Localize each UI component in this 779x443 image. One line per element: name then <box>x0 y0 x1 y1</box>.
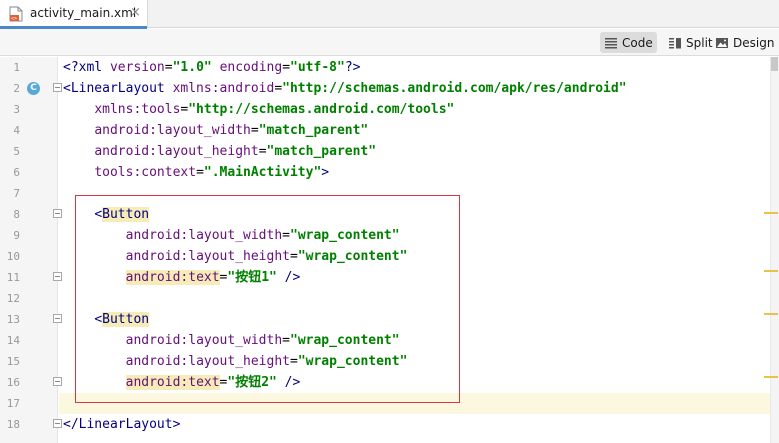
code-line-3: xmlns:tools="http://schemas.android.com/… <box>94 102 455 117</box>
line-number: 5 <box>13 145 20 158</box>
fold-toggle-icon[interactable] <box>53 209 62 218</box>
line-number: 13 <box>6 313 20 326</box>
line-number: 14 <box>6 334 20 347</box>
svg-text:<>: <> <box>11 16 17 22</box>
fold-toggle-icon[interactable] <box>53 377 62 386</box>
design-mode-label: Design <box>733 35 775 50</box>
close-icon[interactable]: × <box>130 5 141 21</box>
fold-toggle-icon[interactable] <box>53 83 62 92</box>
xml-file-icon: <> <box>9 6 23 22</box>
warning-marker[interactable] <box>764 212 778 214</box>
line-number: 10 <box>6 250 20 263</box>
code-lines-icon <box>605 37 617 48</box>
line-number: 15 <box>6 355 20 368</box>
warning-marker[interactable] <box>764 270 778 272</box>
line-number: 1 <box>13 61 20 74</box>
split-view-icon <box>669 37 681 48</box>
code-line-1: <?xml version="1.0" encoding="utf-8"?> <box>63 60 361 75</box>
error-stripe[interactable] <box>770 57 779 443</box>
warning-marker[interactable] <box>764 313 778 315</box>
code-editor[interactable]: 1 2 3 4 5 6 7 8 9 10 11 12 13 14 15 16 1… <box>0 57 779 443</box>
fold-toggle-icon[interactable] <box>53 272 62 281</box>
line-number: 7 <box>13 187 20 200</box>
fold-toggle-icon[interactable] <box>53 314 62 323</box>
line-number: 11 <box>6 271 20 284</box>
tab-filename: activity_main.xml <box>30 6 137 20</box>
highlight-annotation-box <box>75 195 460 403</box>
split-mode-label: Split <box>686 35 713 50</box>
line-number: 16 <box>6 376 20 389</box>
line-number: 2 <box>13 82 20 95</box>
code-line-2: <LinearLayout xmlns:android="http://sche… <box>63 81 627 96</box>
code-line-18: </LinearLayout> <box>63 417 181 432</box>
editor-tab-bar: <> activity_main.xml × <box>0 0 779 29</box>
line-number: 6 <box>13 166 20 179</box>
line-number: 12 <box>6 292 20 305</box>
class-icon[interactable]: C <box>27 82 40 95</box>
code-mode-button[interactable]: Code <box>600 32 657 53</box>
code-line-4: android:layout_width="match_parent" <box>94 123 369 138</box>
scrollbar-thumb[interactable] <box>771 57 778 71</box>
line-number: 17 <box>6 397 20 410</box>
code-line-6: tools:context=".MainActivity"> <box>94 165 330 180</box>
code-line-5: android:layout_height="match_parent" <box>94 144 377 159</box>
warning-marker[interactable] <box>764 376 778 378</box>
line-number: 4 <box>13 124 20 137</box>
view-mode-toolbar: Code Split Design <box>0 29 779 56</box>
fold-toggle-icon[interactable] <box>53 419 62 428</box>
line-number: 3 <box>13 103 20 116</box>
line-number: 18 <box>6 418 20 431</box>
image-icon <box>716 37 728 48</box>
line-number: 8 <box>13 208 20 221</box>
line-number-gutter: 1 2 3 4 5 6 7 8 9 10 11 12 13 14 15 16 1… <box>0 57 62 443</box>
line-number: 9 <box>13 229 20 242</box>
design-mode-button[interactable]: Design <box>711 32 778 53</box>
tab-activity-main-xml[interactable]: <> activity_main.xml × <box>0 0 148 29</box>
code-mode-label: Code <box>622 35 653 50</box>
split-mode-button[interactable]: Split <box>664 32 717 53</box>
